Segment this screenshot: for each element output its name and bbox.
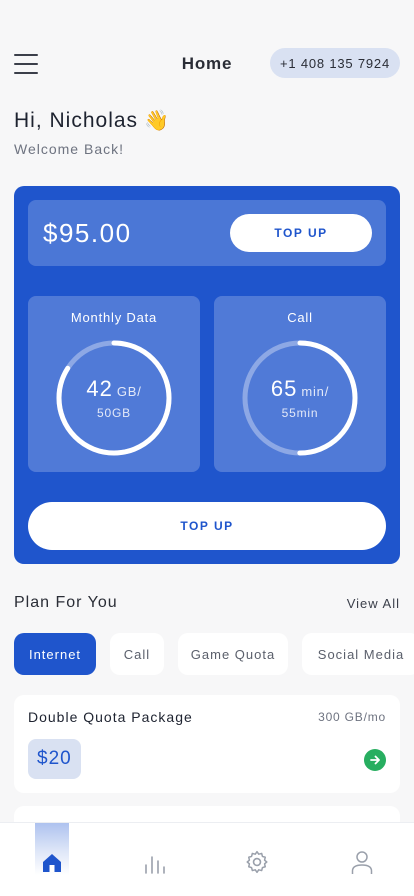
greeting: Hi, Nicholas 👋 — [14, 108, 170, 133]
header: Home +1 408 135 7924 — [0, 44, 414, 84]
settings-icon — [246, 850, 268, 874]
plan-name: Double Quota Package — [28, 709, 193, 725]
top-up-button[interactable]: TOP UP — [28, 502, 386, 550]
plan-quota: 300 GB/mo — [318, 710, 386, 724]
monthly-data-unit: GB/ — [116, 384, 142, 399]
chip-social-media[interactable]: Social Media — [302, 633, 414, 675]
balance-card: $95.00 TOP UP Monthly Data 42 GB/ 50GB C… — [14, 186, 400, 564]
chip-call[interactable]: Call — [110, 633, 164, 675]
chip-game-quota[interactable]: Game Quota — [178, 633, 288, 675]
call-box: Call 65 min/ 55min — [214, 296, 386, 472]
call-readout: 65 min/ 55min — [240, 338, 360, 458]
call-unit: min/ — [301, 384, 330, 399]
monthly-data-total: 50GB — [97, 406, 131, 420]
chip-internet[interactable]: Internet — [14, 633, 96, 675]
balance-box: $95.00 TOP UP — [28, 200, 386, 266]
phone-number-badge[interactable]: +1 408 135 7924 — [270, 48, 400, 78]
monthly-data-readout: 42 GB/ 50GB — [54, 338, 174, 458]
nav-settings[interactable] — [240, 823, 274, 875]
balance-amount: $95.00 — [43, 218, 132, 248]
plan-category-chips: Internet Call Game Quota Social Media — [14, 633, 414, 675]
plan-section-title: Plan For You — [14, 594, 118, 611]
call-value: 65 — [270, 376, 298, 401]
top-up-balance-button[interactable]: TOP UP — [230, 214, 372, 252]
profile-icon — [351, 851, 373, 874]
arrow-right-icon[interactable] — [364, 749, 386, 771]
nav-home[interactable] — [35, 823, 69, 875]
bottom-nav — [0, 822, 414, 896]
call-total: 55min — [281, 406, 319, 420]
stats-icon — [145, 856, 165, 874]
plan-card[interactable]: Double Quota Package 300 GB/mo $20 — [14, 695, 400, 793]
monthly-data-box: Monthly Data 42 GB/ 50GB — [28, 296, 200, 472]
greeting-text: Hi, Nicholas — [14, 108, 139, 132]
nav-stats[interactable] — [137, 823, 171, 875]
view-all-link[interactable]: View All — [347, 596, 400, 611]
plan-price: $20 — [28, 739, 81, 779]
call-title: Call — [287, 310, 313, 325]
monthly-data-value: 42 — [86, 376, 113, 401]
monthly-data-title: Monthly Data — [70, 310, 158, 325]
waving-hand-icon: 👋 — [144, 110, 170, 132]
nav-profile[interactable] — [345, 823, 379, 875]
welcome-subtitle: Welcome Back! — [14, 141, 124, 157]
home-icon — [43, 854, 61, 872]
